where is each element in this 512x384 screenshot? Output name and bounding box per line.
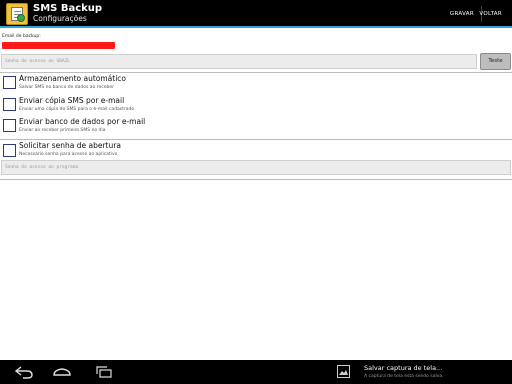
pref-title: Enviar banco de dados por e-mail: [19, 117, 146, 126]
action-bar: SMS Backup Configurações GRAVAR VOLTAR: [0, 0, 512, 28]
pref-auto-storage[interactable]: Armazenamento automático Salvar SMS no b…: [0, 74, 512, 94]
pref-require-password[interactable]: Solicitar senha de abertura Necessário s…: [0, 141, 512, 159]
divider: [0, 179, 512, 180]
checkbox[interactable]: [3, 76, 16, 89]
pref-summary: Necessário senha para acesso ao aplicati…: [19, 152, 118, 157]
email-label: Email de backup:: [2, 34, 41, 39]
pref-title: Armazenamento automático: [19, 74, 126, 83]
app-password-input[interactable]: Senha de acesso ao programa: [1, 160, 511, 175]
divider: [0, 139, 512, 140]
email-field-redacted[interactable]: [2, 42, 115, 49]
recent-apps-icon[interactable]: [92, 364, 116, 380]
test-button[interactable]: Teste: [480, 53, 511, 70]
divider: [0, 72, 512, 73]
action-bar-accent-line: [0, 26, 512, 28]
password-input[interactable]: Senha de acesso ao GBAZL: [1, 54, 477, 69]
pref-summary: Salvar SMS no banco de dados ao receber: [19, 85, 114, 90]
pref-title: Enviar cópia SMS por e-mail: [19, 96, 125, 105]
status-dot-icon: [17, 14, 25, 22]
screenshot-icon[interactable]: [337, 365, 350, 378]
app-icon[interactable]: [6, 3, 28, 25]
app-title: SMS Backup: [33, 3, 103, 14]
pref-title: Solicitar senha de abertura: [19, 141, 121, 150]
home-icon[interactable]: [50, 364, 74, 380]
pref-email-sms-copy[interactable]: Enviar cópia SMS por e-mail Enviar uma c…: [0, 96, 512, 116]
pref-summary: Enviar ao receber primeiro SMS no dia: [19, 128, 106, 133]
checkbox[interactable]: [3, 98, 16, 111]
back-icon[interactable]: [12, 364, 36, 380]
notification-title[interactable]: Salvar captura de tela...: [364, 364, 442, 372]
checkbox[interactable]: [3, 119, 16, 132]
app-subtitle: Configurações: [33, 14, 87, 23]
checkbox[interactable]: [3, 144, 16, 157]
pref-email-database[interactable]: Enviar banco de dados por e-mail Enviar …: [0, 117, 512, 137]
pref-summary: Enviar uma cópia do SMS para o e-mail ca…: [19, 107, 135, 112]
notification-text: A captura de tela está sendo salva.: [364, 374, 444, 379]
back-button[interactable]: VOLTAR: [473, 0, 508, 28]
system-nav-bar: Salvar captura de tela... A captura de t…: [0, 360, 512, 384]
